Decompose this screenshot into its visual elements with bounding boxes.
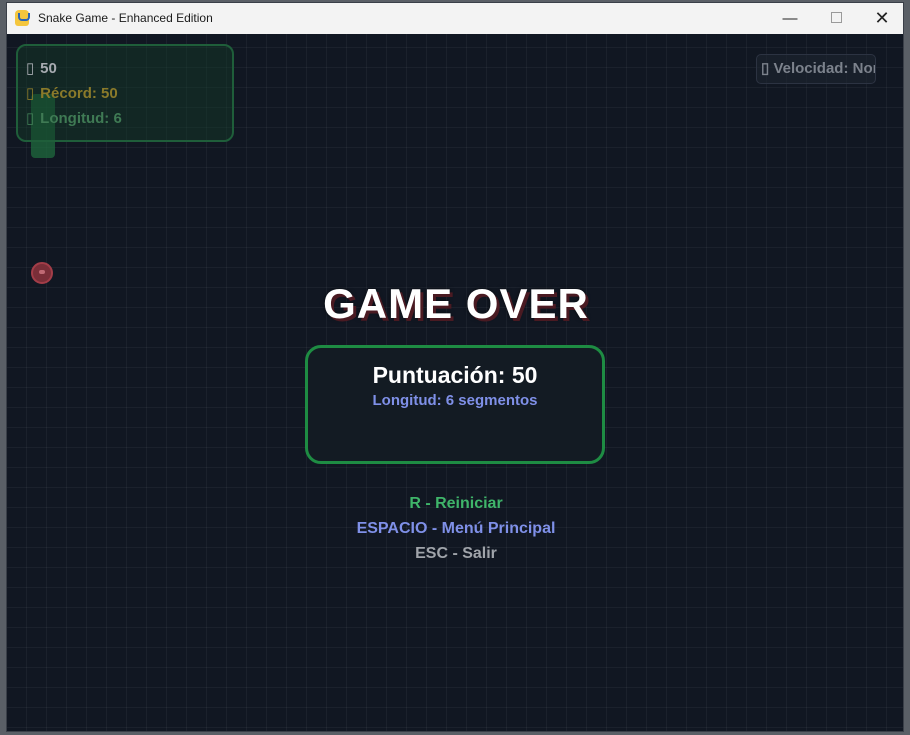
game-board: ▯ 50 ▯ Récord: 50 ▯ Longitud: 6 ▯ Veloci… bbox=[7, 34, 903, 731]
speed-indicator: ▯ Velocidad: Normal bbox=[756, 54, 876, 84]
maximize-icon bbox=[830, 12, 842, 24]
hud-record: ▯ Récord: 50 bbox=[26, 84, 118, 102]
hud-panel: ▯ 50 ▯ Récord: 50 ▯ Longitud: 6 bbox=[16, 44, 234, 142]
minimize-button[interactable]: — bbox=[767, 3, 813, 34]
restart-option[interactable]: R - Reiniciar bbox=[7, 495, 903, 513]
final-length: Longitud: 6 segmentos bbox=[372, 392, 538, 409]
hud-score: ▯ 50 bbox=[26, 59, 57, 77]
title-bar: Snake Game - Enhanced Edition — ✕ bbox=[7, 3, 903, 35]
result-panel: Puntuación: 50 Longitud: 6 segmentos bbox=[305, 345, 605, 464]
game-over-title: GAME OVER bbox=[323, 280, 589, 327]
speed-icon: ▯ bbox=[761, 60, 770, 77]
game-window: Snake Game - Enhanced Edition — ✕ ▯ 50 ▯… bbox=[6, 2, 904, 732]
hud-length: ▯ Longitud: 6 bbox=[26, 109, 122, 127]
trophy-icon: ▯ bbox=[26, 85, 35, 102]
hud-length-value: Longitud: 6 bbox=[40, 110, 122, 127]
close-button[interactable]: ✕ bbox=[859, 3, 903, 34]
hud-record-value: Récord: 50 bbox=[40, 85, 118, 102]
main-menu-option[interactable]: ESPACIO - Menú Principal bbox=[7, 520, 903, 538]
maximize-button[interactable] bbox=[813, 3, 859, 34]
window-title: Snake Game - Enhanced Edition bbox=[38, 11, 213, 25]
pygame-icon bbox=[15, 10, 30, 26]
exit-option[interactable]: ESC - Salir bbox=[7, 545, 903, 563]
speed-label: Velocidad: Normal bbox=[773, 60, 876, 77]
final-score: Puntuación: 50 bbox=[372, 362, 538, 388]
snake-icon: ▯ bbox=[26, 110, 35, 127]
score-icon: ▯ bbox=[26, 60, 35, 77]
hud-score-value: 50 bbox=[40, 60, 57, 77]
